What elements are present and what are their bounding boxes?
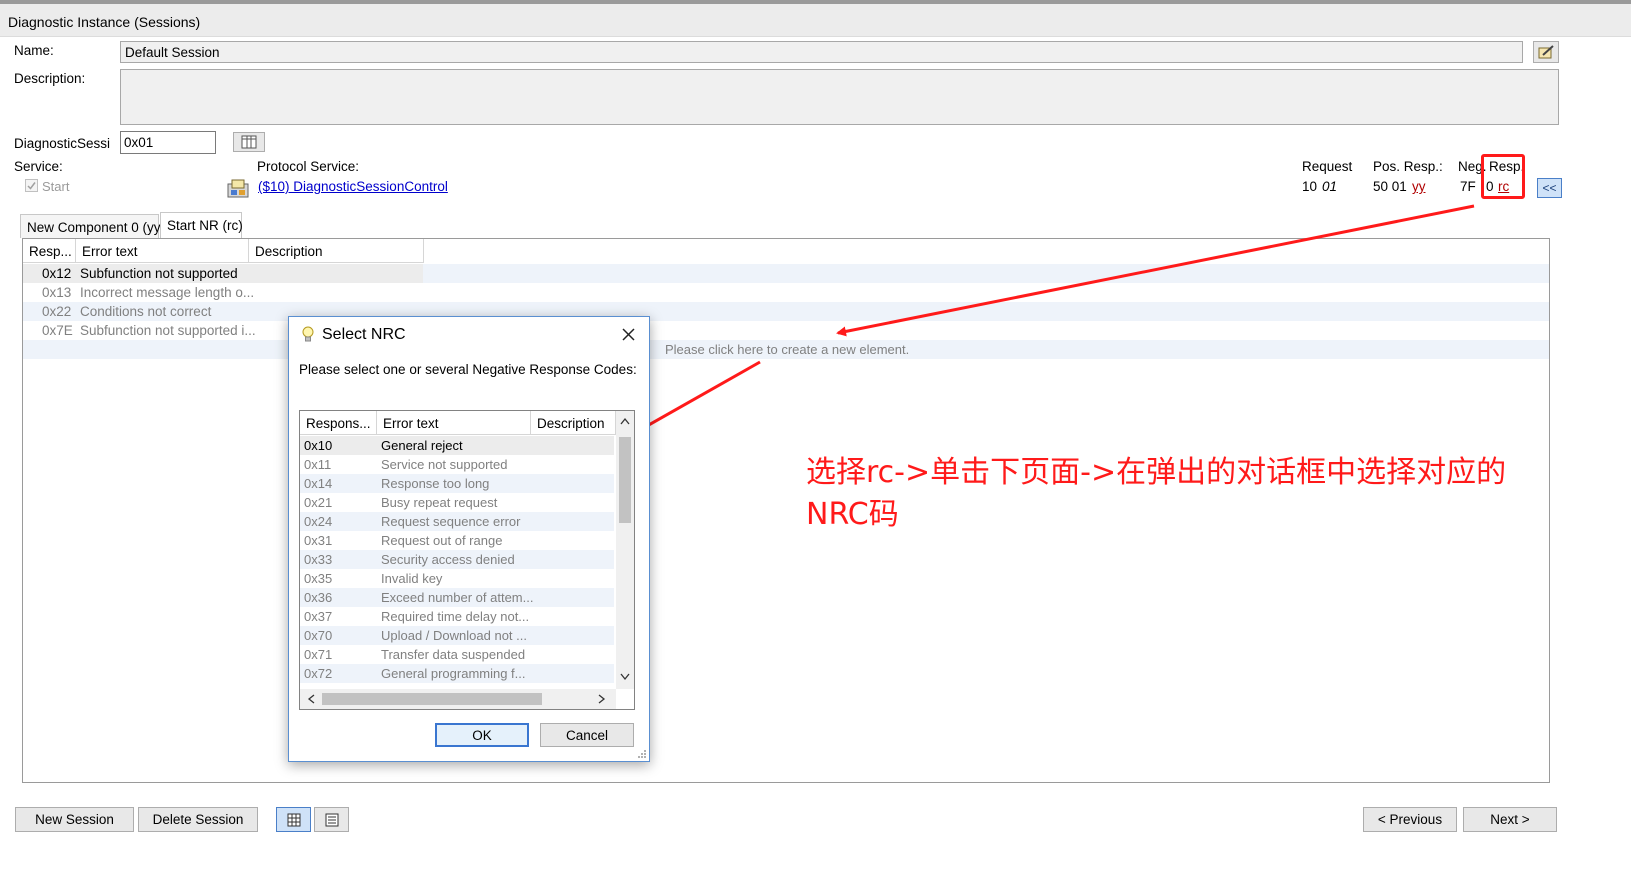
list-code: 0x31 bbox=[304, 533, 333, 548]
list-code: 0x72 bbox=[304, 666, 333, 681]
list-code: 0x24 bbox=[304, 514, 333, 529]
list-item[interactable]: 0x70 Upload / Download not ... bbox=[300, 626, 614, 645]
previous-button[interactable]: < Previous bbox=[1363, 807, 1457, 832]
list-code: 0x71 bbox=[304, 647, 333, 662]
new-session-button[interactable]: New Session bbox=[15, 807, 134, 832]
list-text: General reject bbox=[381, 438, 463, 453]
vertical-scroll-thumb[interactable] bbox=[619, 437, 631, 523]
list-item[interactable]: 0x36 Exceed number of attem... bbox=[300, 588, 614, 607]
dialog-title: Select NRC bbox=[322, 326, 406, 343]
list-code: 0x35 bbox=[304, 571, 333, 586]
list-item[interactable]: 0x72 General programming f... bbox=[300, 664, 614, 683]
list-text: Invalid key bbox=[381, 571, 443, 586]
list-header-code[interactable]: Respons... bbox=[300, 411, 377, 435]
resize-grip-icon[interactable] bbox=[637, 749, 647, 759]
list-text: Request sequence error bbox=[381, 514, 521, 529]
list-text: Required time delay not... bbox=[381, 609, 530, 624]
list-code: 0x14 bbox=[304, 476, 333, 491]
list-item[interactable]: 0x37 Required time delay not... bbox=[300, 607, 614, 626]
list-item[interactable]: 0x14 Response too long bbox=[300, 474, 614, 493]
list-text: Exceed number of attem... bbox=[381, 590, 534, 605]
delete-session-button[interactable]: Delete Session bbox=[138, 807, 258, 832]
list-code: 0x37 bbox=[304, 609, 333, 624]
nrc-list[interactable]: Respons... Error text Description 0x10 Ge… bbox=[299, 410, 635, 710]
scroll-down-icon[interactable] bbox=[620, 673, 630, 681]
list-text: Service not supported bbox=[381, 457, 508, 472]
horizontal-scrollbar[interactable] bbox=[300, 689, 616, 709]
list-text: Upload / Download not ... bbox=[381, 628, 527, 643]
list-code: 0x33 bbox=[304, 552, 333, 567]
list-text: Security access denied bbox=[381, 552, 515, 567]
vertical-scrollbar[interactable] bbox=[616, 411, 634, 689]
list-item[interactable]: 0x24 Request sequence error bbox=[300, 512, 614, 531]
grid-view-icon bbox=[287, 813, 300, 826]
list-item[interactable]: 0x71 Transfer data suspended bbox=[300, 645, 614, 664]
horizontal-scroll-thumb[interactable] bbox=[322, 693, 542, 705]
scroll-up-icon[interactable] bbox=[620, 417, 630, 425]
dialog-instruction: Please select one or several Negative Re… bbox=[299, 362, 637, 377]
list-item[interactable]: 0x35 Invalid key bbox=[300, 569, 614, 588]
lightbulb-icon bbox=[302, 326, 314, 342]
arrow-to-placeholder bbox=[836, 204, 1475, 337]
list-code: 0x36 bbox=[304, 590, 333, 605]
list-code: 0x11 bbox=[304, 457, 332, 472]
list-header-description[interactable]: Description bbox=[531, 411, 616, 435]
list-item[interactable]: 0x21 Busy repeat request bbox=[300, 493, 614, 512]
ok-button[interactable]: OK bbox=[435, 723, 529, 747]
list-item[interactable]: 0x33 Security access denied bbox=[300, 550, 614, 569]
select-nrc-dialog[interactable]: Select NRC Please select one or several … bbox=[288, 316, 650, 762]
list-item[interactable]: 0x11 Service not supported bbox=[300, 455, 614, 474]
list-item[interactable]: 0x31 Request out of range bbox=[300, 531, 614, 550]
list-code: 0x10 bbox=[304, 438, 333, 453]
list-header-error-text[interactable]: Error text bbox=[377, 411, 531, 435]
list-text: Response too long bbox=[381, 476, 490, 491]
list-text: Busy repeat request bbox=[381, 495, 498, 510]
list-code: 0x70 bbox=[304, 628, 333, 643]
scroll-right-icon[interactable] bbox=[598, 694, 606, 704]
close-icon[interactable] bbox=[622, 328, 635, 341]
list-code: 0x21 bbox=[304, 495, 333, 510]
cancel-button[interactable]: Cancel bbox=[540, 723, 634, 747]
scroll-left-icon[interactable] bbox=[307, 694, 315, 704]
annotation-arrows bbox=[592, 204, 1475, 458]
list-item[interactable]: 0x10 General reject bbox=[300, 436, 614, 455]
list-view-button[interactable] bbox=[314, 807, 349, 832]
list-text: Request out of range bbox=[381, 533, 503, 548]
list-view-icon bbox=[325, 813, 338, 826]
list-text: Transfer data suspended bbox=[381, 647, 526, 662]
next-button[interactable]: Next > bbox=[1463, 807, 1557, 832]
list-text: General programming f... bbox=[381, 666, 526, 681]
grid-view-button[interactable] bbox=[276, 807, 311, 832]
